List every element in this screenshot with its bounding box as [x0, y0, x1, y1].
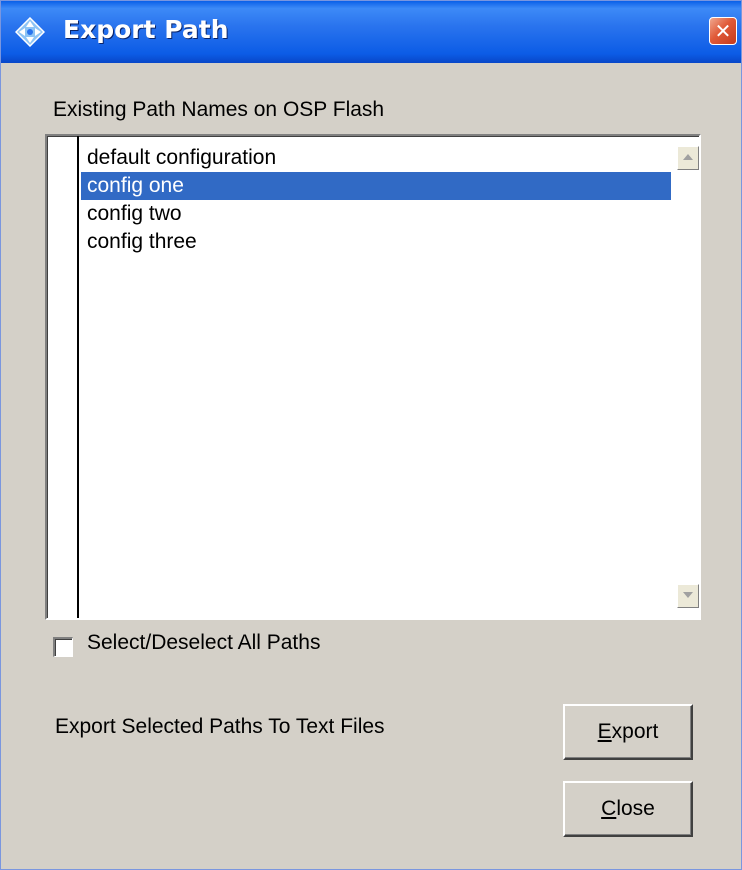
list-gutter-divider — [77, 136, 79, 618]
up-arrow-icon — [683, 154, 693, 160]
close-window-button[interactable]: ✕ — [709, 17, 737, 45]
export-mnemonic: E — [597, 720, 612, 743]
scroll-up-button[interactable] — [677, 146, 699, 170]
export-path-dialog: Export Path ✕ Existing Path Names on OSP… — [0, 0, 742, 870]
window-title: Export Path — [63, 15, 229, 44]
close-mnemonic: C — [601, 797, 617, 820]
path-list-item[interactable]: config two — [81, 200, 671, 228]
diamond-arrows-icon — [15, 17, 45, 47]
close-x-icon: ✕ — [714, 19, 732, 43]
path-list: default configuration config one config tw… — [81, 144, 671, 256]
title-bar[interactable]: Export Path ✕ — [1, 1, 741, 63]
select-all-label[interactable]: Select/Deselect All Paths — [87, 631, 320, 655]
select-all-checkbox[interactable] — [53, 637, 73, 657]
close-button[interactable]: Close — [563, 781, 693, 837]
export-description-label: Export Selected Paths To Text Files — [55, 715, 385, 738]
export-label-rest: xport — [611, 720, 659, 743]
path-list-item[interactable]: config three — [81, 228, 671, 256]
close-label-rest: lose — [616, 797, 655, 820]
path-list-item[interactable]: default configuration — [81, 144, 671, 172]
export-button[interactable]: Export — [563, 704, 693, 760]
paths-listbox[interactable]: default configuration config one config tw… — [45, 134, 701, 620]
paths-list-label: Existing Path Names on OSP Flash — [53, 98, 385, 121]
down-arrow-icon — [683, 592, 693, 598]
path-list-item[interactable]: config one — [81, 172, 671, 200]
scroll-down-button[interactable] — [677, 584, 699, 608]
